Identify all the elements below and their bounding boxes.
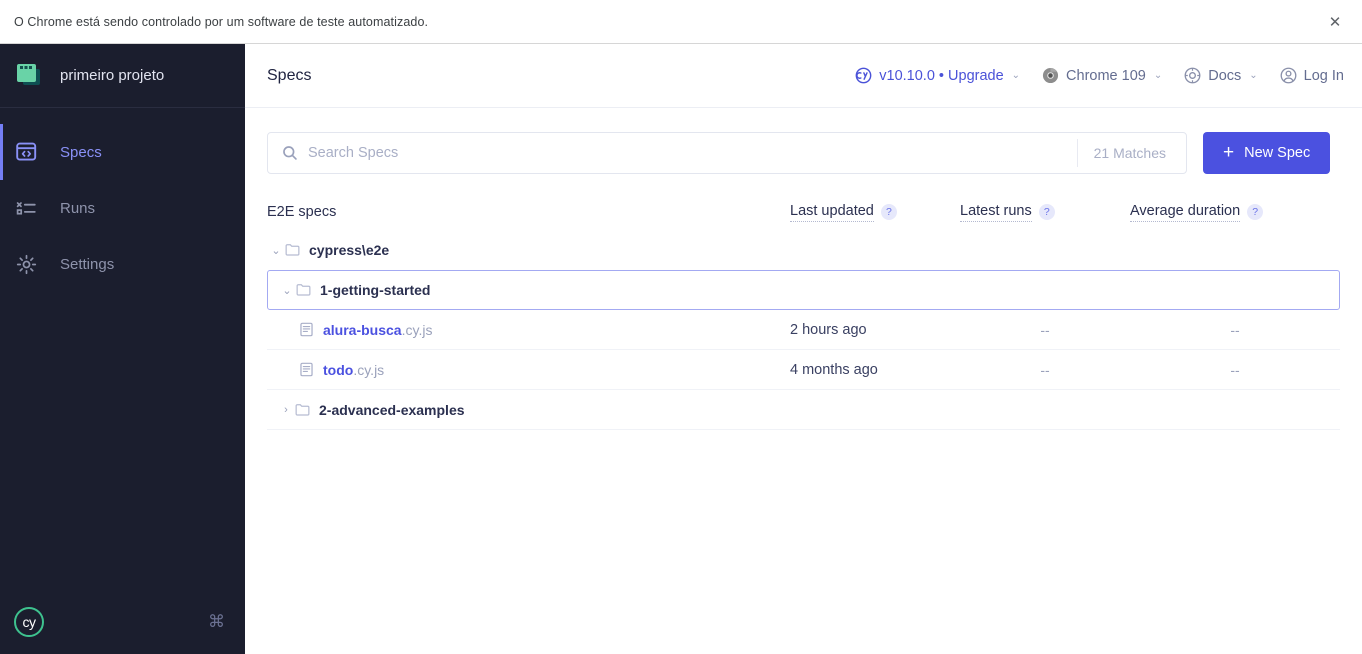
folder-name-cell: ⌄ cypress\e2e	[267, 242, 790, 258]
spec-file-icon	[299, 322, 314, 337]
browser-label: Chrome 109	[1066, 67, 1146, 84]
latest-runs-value: --	[1040, 361, 1050, 378]
close-icon[interactable]: ✕	[1322, 9, 1348, 35]
tree-row-folder[interactable]: ⌄ cypress\e2e	[267, 230, 1340, 270]
app-shell: primeiro projeto Specs Runs Settings cy …	[0, 44, 1362, 654]
project-window-icon	[16, 63, 46, 89]
main-header: Specs v10.10.0 • Upgrade ⌄ Chrome 109 ⌄ …	[245, 44, 1362, 108]
spec-base-name: alura-busca	[323, 321, 402, 338]
cypress-logo-icon	[855, 67, 872, 84]
login-button[interactable]: Log In	[1280, 67, 1344, 84]
sidebar-item-settings[interactable]: Settings	[0, 236, 245, 292]
sidebar-item-label: Specs	[60, 143, 102, 161]
folder-label: 2-advanced-examples	[319, 401, 465, 418]
browser-selector-button[interactable]: Chrome 109 ⌄	[1042, 67, 1162, 84]
version-upgrade-label: v10.10.0 • Upgrade	[879, 67, 1004, 84]
search-matches-count: 21 Matches	[1076, 139, 1182, 167]
help-icon[interactable]: ?	[880, 203, 897, 220]
column-header-average-duration[interactable]: Average duration ?	[1130, 203, 1340, 222]
chevron-down-icon: ⌄	[1249, 70, 1258, 81]
folder-label: cypress\e2e	[309, 242, 390, 258]
folder-icon	[296, 283, 311, 297]
version-upgrade-button[interactable]: v10.10.0 • Upgrade ⌄	[855, 67, 1020, 84]
page-title: Specs	[267, 66, 312, 84]
chevron-down-icon[interactable]: ⌄	[267, 244, 285, 257]
spec-file-icon	[299, 362, 314, 377]
folder-name-cell: › 2-advanced-examples	[277, 402, 790, 418]
sidebar-nav: Specs Runs Settings	[0, 108, 245, 292]
main-content: Specs v10.10.0 • Upgrade ⌄ Chrome 109 ⌄ …	[245, 44, 1362, 654]
table-row[interactable]: todo .cy.js 4 months ago -- --	[267, 350, 1340, 390]
cypress-logo-icon[interactable]: cy	[14, 607, 44, 637]
spec-table: E2E specs Last updated ? Latest runs ? A…	[245, 194, 1362, 430]
project-name: primeiro projeto	[60, 67, 165, 84]
column-header-latest-runs[interactable]: Latest runs ?	[960, 203, 1130, 222]
help-icon[interactable]: ?	[1038, 203, 1055, 220]
sidebar-footer: cy ⌘	[0, 590, 245, 654]
automation-notification-bar: O Chrome está sendo controlado por um so…	[0, 0, 1362, 44]
specs-code-window-icon	[16, 140, 46, 164]
column-label[interactable]: Average duration	[1130, 203, 1241, 222]
docs-icon	[1184, 67, 1201, 84]
keyboard-shortcut-icon[interactable]: ⌘	[208, 612, 225, 632]
column-label: E2E specs	[267, 204, 337, 220]
gear-icon	[16, 252, 46, 276]
spec-name-cell: todo .cy.js	[299, 362, 790, 378]
docs-menu-button[interactable]: Docs ⌄	[1184, 67, 1258, 84]
help-icon[interactable]: ?	[1247, 203, 1264, 220]
chevron-right-icon[interactable]: ›	[277, 404, 295, 416]
folder-label: 1-getting-started	[320, 282, 431, 298]
spec-extension: .cy.js	[353, 361, 385, 378]
search-box[interactable]: 21 Matches	[267, 132, 1187, 174]
column-label[interactable]: Last updated	[790, 203, 874, 222]
docs-label: Docs	[1208, 67, 1242, 84]
chevron-down-icon: ⌄	[1011, 70, 1021, 81]
column-label[interactable]: Latest runs	[960, 203, 1032, 222]
spec-extension: .cy.js	[401, 321, 433, 338]
average-duration-value: --	[1230, 361, 1240, 378]
sidebar-item-label: Settings	[60, 255, 115, 273]
sidebar-item-label: Runs	[60, 199, 96, 217]
spec-table-header: E2E specs Last updated ? Latest runs ? A…	[267, 194, 1340, 230]
folder-icon	[295, 403, 310, 417]
last-updated-value: 2 hours ago	[790, 321, 867, 338]
last-updated-value: 4 months ago	[790, 361, 878, 378]
sidebar-item-specs[interactable]: Specs	[0, 124, 245, 180]
header-actions: v10.10.0 • Upgrade ⌄ Chrome 109 ⌄ Docs ⌄…	[855, 67, 1344, 84]
runs-list-icon	[16, 196, 46, 220]
tree-row-folder-focused[interactable]: ⌄ 1-getting-started	[267, 270, 1340, 310]
chevron-down-icon[interactable]: ⌄	[278, 284, 296, 297]
new-spec-button[interactable]: + New Spec	[1203, 132, 1331, 174]
spec-name-cell: alura-busca .cy.js	[299, 322, 790, 338]
column-header-e2e-specs: E2E specs	[267, 204, 790, 220]
user-account-icon	[1280, 67, 1297, 84]
automation-notification-text: O Chrome está sendo controlado por um so…	[14, 14, 429, 29]
latest-runs-value: --	[1040, 321, 1050, 338]
sidebar-item-runs[interactable]: Runs	[0, 180, 245, 236]
table-row[interactable]: alura-busca .cy.js 2 hours ago -- --	[267, 310, 1340, 350]
sidebar-project-header[interactable]: primeiro projeto	[0, 44, 245, 108]
chevron-down-icon: ⌄	[1153, 70, 1163, 81]
spec-base-name: todo	[323, 361, 354, 378]
folder-name-cell: ⌄ 1-getting-started	[278, 282, 789, 298]
folder-icon	[285, 243, 300, 257]
tree-row-folder[interactable]: › 2-advanced-examples	[267, 390, 1340, 430]
chrome-browser-icon	[1042, 67, 1059, 84]
column-header-last-updated[interactable]: Last updated ?	[790, 203, 960, 222]
new-spec-label: New Spec	[1244, 145, 1311, 161]
search-icon	[282, 145, 298, 161]
login-label: Log In	[1303, 67, 1344, 84]
plus-icon: +	[1223, 141, 1235, 163]
average-duration-value: --	[1230, 321, 1240, 338]
sidebar: primeiro projeto Specs Runs Settings cy …	[0, 44, 245, 654]
search-input[interactable]	[308, 145, 1077, 161]
search-row: 21 Matches + New Spec	[245, 108, 1362, 174]
